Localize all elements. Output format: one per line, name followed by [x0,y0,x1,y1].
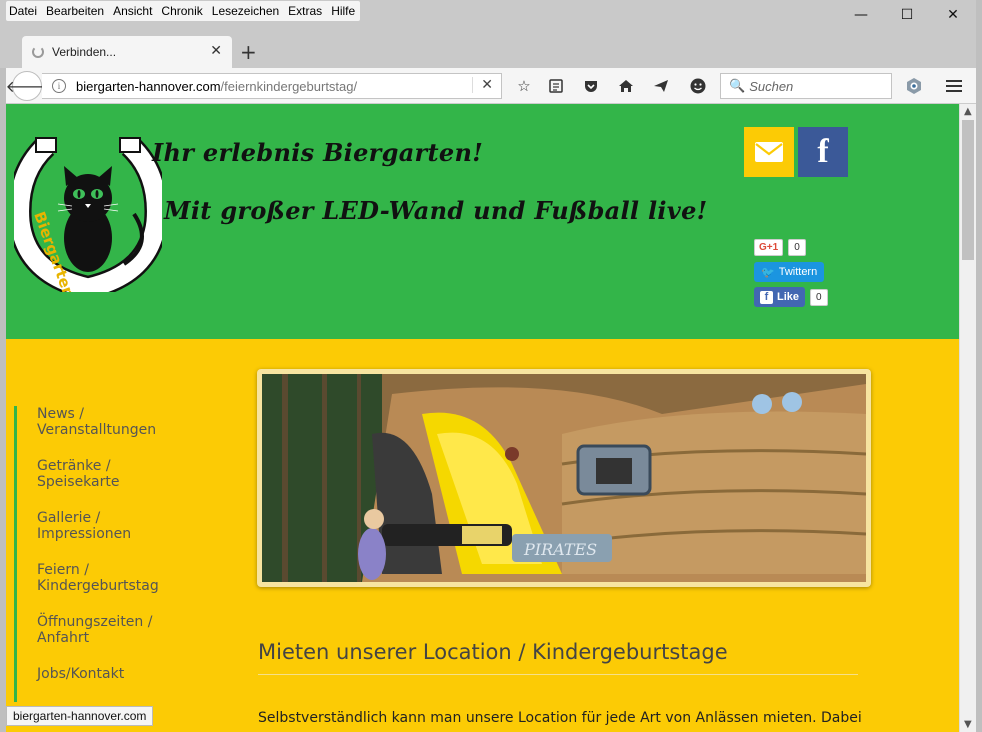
facebook-icon: f [817,133,829,170]
reader-view-icon[interactable] [546,76,566,96]
page-viewport: Biergarten Waldkater Ihr erlebnis Bierga… [6,104,959,732]
search-bar[interactable]: 🔍 [720,73,892,99]
waldkater-logo[interactable]: Biergarten Waldkater [14,134,162,292]
sidebar-item-oeffnungszeiten[interactable]: Öffnungszeiten / Anfahrt [17,614,214,646]
maximize-button[interactable]: ☐ [893,4,921,26]
status-bar: biergarten-hannover.com [6,706,154,726]
title-bar: Datei Bearbeiten Ansicht Chronik Lesezei… [0,0,982,30]
chat-icon[interactable] [688,76,708,96]
sidebar-nav: News / Veranstalltungen Getränke / Speisek… [14,406,214,702]
facebook-small-icon: f [760,290,773,304]
sidebar-item-news[interactable]: News / Veranstalltungen [17,406,214,438]
facebook-like[interactable]: f Like 0 [754,287,828,307]
heading-divider [258,674,858,675]
scroll-up-icon[interactable]: ▲ [964,106,972,117]
menu-ansicht[interactable]: Ansicht [113,4,152,18]
menu-bar: Datei Bearbeiten Ansicht Chronik Lesezei… [6,1,361,21]
hero-image-frame: PIRATES [257,369,871,587]
site-header: Biergarten Waldkater Ihr erlebnis Bierga… [6,104,959,339]
vertical-scrollbar[interactable]: ▲ ▼ [959,104,976,732]
close-window-button[interactable]: ✕ [939,4,967,26]
tab-close-icon[interactable]: ✕ [210,43,222,59]
new-tab-button[interactable]: + [240,40,257,64]
gplus-share[interactable]: G+1 0 [754,237,806,257]
twitter-label: Twittern [778,266,818,278]
sidebar-item-jobs[interactable]: Jobs/Kontakt [17,666,214,682]
twitter-bird-icon: 🐦 [761,266,775,279]
browser-window: Datei Bearbeiten Ansicht Chronik Lesezei… [0,0,982,732]
window-frame-right [976,0,982,732]
navigation-toolbar: 🡐 i biergarten-hannover.com /feiernkinde… [6,68,976,104]
minimize-button[interactable]: — [847,4,875,26]
search-input[interactable] [749,78,890,94]
menu-lesezeichen[interactable]: Lesezeichen [212,4,279,18]
twitter-share-button[interactable]: 🐦 Twittern [754,262,825,282]
stop-loading-icon[interactable]: ✕ [472,77,493,93]
bookmark-star-icon[interactable]: ☆ [514,76,534,96]
hero-image-bouncy-castle: PIRATES [262,374,866,582]
tagline-1: Ihr erlebnis Biergarten! [152,138,484,167]
url-path: /feiernkindergeburtstag/ [220,78,358,94]
facebook-button[interactable]: f [798,127,848,177]
envelope-icon [755,142,783,162]
extension-eye-icon[interactable] [904,76,924,96]
menu-bearbeiten[interactable]: Bearbeiten [46,4,104,18]
tagline-2: Mit großer LED-Wand und Fußball live! [164,196,708,225]
menu-hilfe[interactable]: Hilfe [331,4,355,18]
sidebar-item-gallerie[interactable]: Gallerie / Impressionen [17,510,214,542]
scrollbar-thumb[interactable] [962,120,974,260]
gplus-button[interactable]: G+1 [754,238,784,256]
fb-like-count: 0 [810,288,828,306]
site-info-icon[interactable]: i [52,79,66,93]
tab-title: Verbinden... [52,45,117,59]
gplus-count: 0 [788,238,806,256]
sidebar-item-getraenke[interactable]: Getränke / Speisekarte [17,458,214,490]
intro-paragraph: Selbstverständlich kann man unsere Locat… [258,710,862,726]
page-heading: Mieten unserer Location / Kindergeburtst… [258,640,728,664]
menu-extras[interactable]: Extras [288,4,322,18]
tab-strip: Verbinden... ✕ + [0,30,982,68]
search-icon: 🔍 [729,78,746,94]
url-bar[interactable]: i biergarten-hannover.com /feiernkinderg… [42,73,502,99]
menu-datei[interactable]: Datei [9,4,37,18]
fb-like-label: Like [777,291,800,303]
menu-chronik[interactable]: Chronik [161,4,202,18]
pirates-sign-text: PIRATES [523,540,597,559]
url-host: biergarten-hannover.com [76,78,221,94]
scroll-down-icon[interactable]: ▼ [964,719,972,730]
email-button[interactable] [744,127,794,177]
loading-spinner-icon [32,46,44,58]
pocket-icon[interactable] [581,76,601,96]
back-button[interactable]: 🡐 [6,71,48,101]
send-icon[interactable] [651,76,671,96]
home-icon[interactable] [616,76,636,96]
sidebar-item-feiern[interactable]: Feiern / Kindergeburtstag [17,562,214,594]
facebook-like-button[interactable]: f Like [754,287,806,307]
tab-active[interactable]: Verbinden... ✕ [22,36,232,68]
hamburger-menu-icon[interactable] [944,76,964,96]
